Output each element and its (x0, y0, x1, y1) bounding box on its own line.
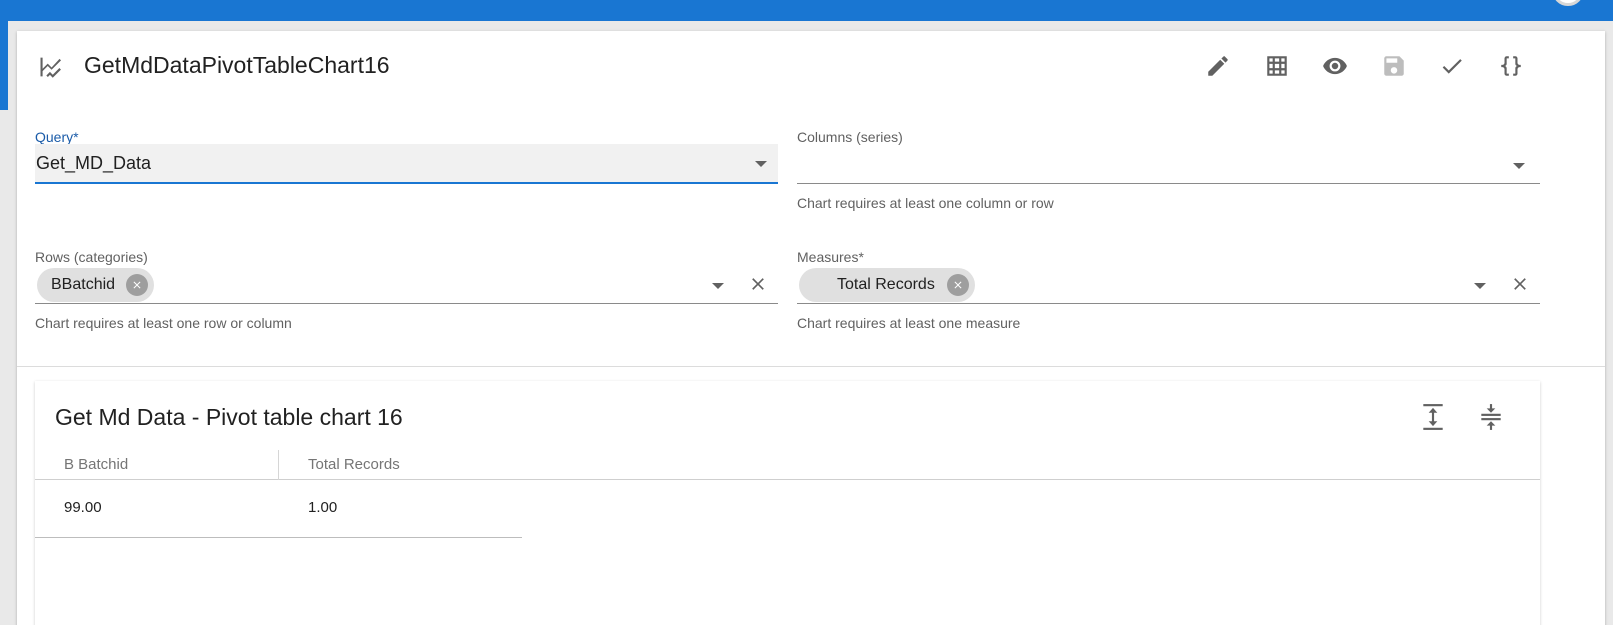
collapse-rows-button[interactable] (1476, 401, 1506, 433)
measures-chip-label: Total Records (837, 276, 935, 293)
save-button[interactable] (1379, 51, 1409, 81)
table-view-button[interactable] (1262, 51, 1292, 81)
page-title: GetMdDataPivotTableChart16 (84, 52, 390, 78)
query-value: Get_MD_Data (36, 153, 152, 173)
preview-icon (1323, 57, 1347, 75)
rows-hint: Chart requires at least one row or colum… (35, 315, 292, 331)
preview-button[interactable] (1320, 51, 1350, 81)
pivot-result-card: Get Md Data - Pivot table chart 16 B Bat… (35, 381, 1540, 625)
cell-b-batchid: 99.00 (64, 499, 102, 516)
query-label: Query* (35, 129, 79, 145)
query-select[interactable]: Get_MD_Data (35, 144, 778, 184)
query-field: Query* Get_MD_Data (35, 129, 778, 219)
measures-chip[interactable]: Total Records (799, 268, 975, 302)
columns-hint: Chart requires at least one column or ro… (797, 195, 1054, 211)
edit-button[interactable] (1203, 51, 1233, 81)
clear-measures-icon[interactable] (1510, 274, 1530, 294)
chevron-down-icon[interactable] (1474, 283, 1486, 289)
table-row: 99.00 1.00 (35, 480, 522, 538)
check-icon (1442, 59, 1462, 74)
chip-remove-icon[interactable] (126, 274, 148, 296)
columns-select[interactable] (797, 144, 1540, 184)
expand-icon (1423, 404, 1443, 430)
measures-hint: Chart requires at least one measure (797, 315, 1021, 331)
measures-field: Measures* Total Records Chart requires a… (797, 249, 1540, 339)
header-b-batchid[interactable]: B Batchid (64, 456, 128, 473)
chip-remove-icon[interactable] (947, 274, 969, 296)
rows-chip-label: BBatchid (51, 276, 116, 293)
column-separator (278, 450, 279, 480)
columns-label: Columns (series) (797, 129, 903, 145)
chevron-down-icon[interactable] (1513, 163, 1525, 169)
measures-label: Measures* (797, 249, 864, 265)
app-top-bar (0, 0, 1613, 21)
chevron-down-icon[interactable] (712, 283, 724, 289)
chart-editor-card: GetMdDataPivotTableChart16 Query* Get_MD… (17, 31, 1605, 625)
measures-select[interactable]: Total Records (797, 264, 1540, 304)
pivot-header-row: B Batchid Total Records (35, 450, 1540, 480)
expand-rows-button[interactable] (1418, 401, 1448, 433)
cell-total-records: 1.00 (308, 499, 338, 516)
chevron-down-icon[interactable] (755, 161, 767, 167)
json-icon (1501, 56, 1521, 76)
section-divider (17, 366, 1605, 367)
result-title: Get Md Data - Pivot table chart 16 (55, 404, 403, 430)
apply-button[interactable] (1437, 51, 1467, 81)
clear-rows-icon[interactable] (748, 274, 768, 294)
collapse-icon (1481, 404, 1501, 430)
save-icon (1384, 56, 1404, 76)
rows-label: Rows (categories) (35, 249, 148, 265)
rows-chip[interactable]: BBatchid (37, 268, 154, 302)
chart-line-icon (37, 53, 65, 81)
json-view-button[interactable] (1496, 51, 1526, 81)
app-side-strip (0, 21, 8, 110)
table-icon (1267, 56, 1287, 76)
header-total-records[interactable]: Total Records (308, 456, 400, 473)
rows-select[interactable]: BBatchid (35, 264, 778, 304)
rows-field: Rows (categories) BBatchid Chart require… (35, 249, 778, 339)
columns-field: Columns (series) Chart requires at least… (797, 129, 1540, 219)
edit-icon (1208, 56, 1228, 76)
